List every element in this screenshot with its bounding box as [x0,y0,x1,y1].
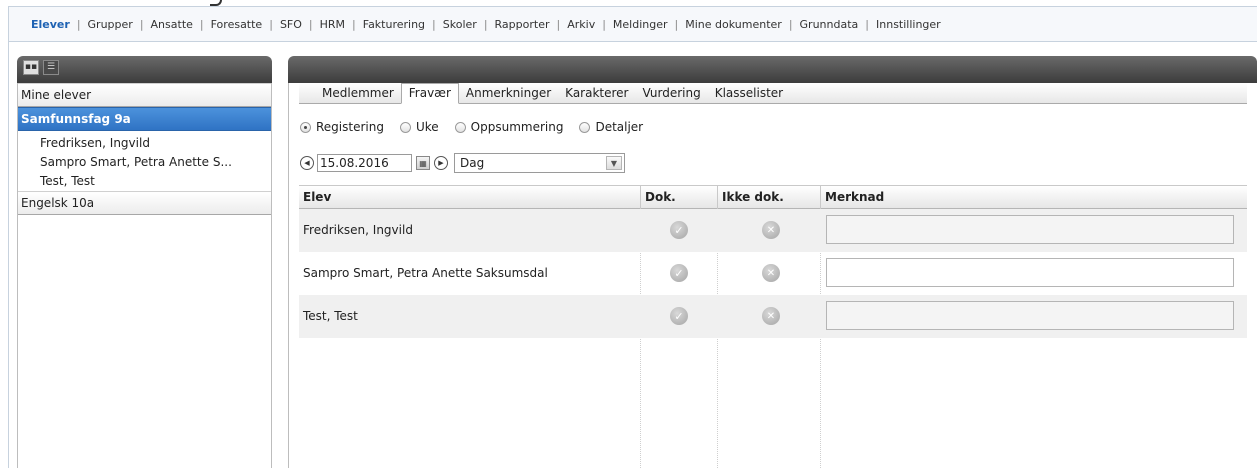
merknad-field[interactable] [826,301,1234,330]
student-item[interactable]: Sampro Smart, Petra Anette S... [18,153,271,172]
tab-bar: Medlemmer Fravær Anmerkninger Karakterer… [299,83,1247,104]
radio-dot [399,121,411,133]
tab-anmerkninger[interactable]: Anmerkninger [459,84,558,103]
radio-detaljer[interactable]: Detaljer [579,120,643,134]
period-select[interactable]: Dag ▼ [454,153,625,173]
right-panel-header [288,56,1257,83]
student-item[interactable]: Fredriksen, Ingvild [18,134,271,153]
student-name: Sampro Smart, Petra Anette Saksumsdal [303,266,548,280]
nav-item-fakturering[interactable]: Fakturering [363,18,425,31]
student-name: Test, Test [303,309,358,323]
main-nav: Elever | Grupper | Ansatte | Foresatte | SFO… [8,6,1257,42]
nav-item-mine-dokumenter[interactable]: Mine dokumenter [685,18,782,31]
group-mine-elever[interactable]: Mine elever [18,83,271,107]
tab-fravaer[interactable]: Fravær [400,83,459,104]
date-input[interactable] [317,154,412,172]
prev-date-button[interactable]: ◀ [300,156,314,170]
table-row: Fredriksen, Ingvild ✓ ✕ [299,209,1247,252]
nav-item-innstillinger[interactable]: Innstillinger [876,18,941,31]
tab-karakterer[interactable]: Karakterer [558,84,635,103]
student-item[interactable]: Test, Test [18,172,271,191]
radio-dot [454,121,466,133]
nav-item-rapporter[interactable]: Rapporter [495,18,550,31]
table-row: Sampro Smart, Petra Anette Saksumsdal ✓ … [299,252,1247,295]
tree-view-button[interactable]: ▪▪ [23,60,39,75]
tab-vurdering[interactable]: Vurdering [635,84,707,103]
group-engelsk-10a[interactable]: Engelsk 10a [18,191,271,215]
grid-header: Elev Dok. Ikke dok. Merknad [299,185,1247,209]
nav-item-elever[interactable]: Elever [31,18,70,31]
table-row: Test, Test ✓ ✕ [299,295,1247,338]
merknad-field[interactable] [826,258,1234,287]
nav-item-grupper[interactable]: Grupper [88,18,133,31]
chevron-right-icon: ▶ [438,159,444,167]
radio-dot [300,121,311,133]
nav-item-hrm[interactable]: HRM [320,18,345,31]
nav-item-meldinger[interactable]: Meldinger [613,18,668,31]
student-name: Fredriksen, Ingvild [303,223,413,237]
column-header-ikke-dok[interactable]: Ikke dok. [717,186,784,209]
radio-oppsummering[interactable]: Oppsummering [454,120,564,134]
chevron-down-icon: ▼ [606,156,622,170]
check-circle-icon[interactable]: ✓ [670,221,688,239]
next-date-button[interactable]: ▶ [434,156,448,170]
column-header-elev[interactable]: Elev [299,186,331,209]
column-header-dok[interactable]: Dok. [640,186,676,209]
radio-registering[interactable]: Registering [300,120,384,134]
radio-uke[interactable]: Uke [399,120,439,134]
absence-grid: Elev Dok. Ikke dok. Merknad Fredriksen, … [299,185,1247,468]
chevron-left-icon: ◀ [304,159,310,167]
tab-klasselister[interactable]: Klasselister [708,84,790,103]
nav-item-sfo[interactable]: SFO [280,18,302,31]
nav-item-foresatte[interactable]: Foresatte [211,18,263,31]
left-panel-header: ▪▪ ☰ [17,56,272,83]
list-view-icon: ☰ [46,62,56,72]
nav-item-skoler[interactable]: Skoler [443,18,477,31]
radio-label: Uke [415,120,439,134]
frame-border [8,42,9,468]
tab-medlemmer[interactable]: Medlemmer [315,84,401,103]
x-circle-icon[interactable]: ✕ [762,221,780,239]
group-student-list: Fredriksen, Ingvild Sampro Smart, Petra … [18,131,271,191]
date-selector: ◀ ▦ ▶ Dag ▼ [300,153,625,173]
radio-label: Detaljer [595,120,644,134]
radio-dot [579,121,591,133]
list-view-button[interactable]: ☰ [43,60,59,75]
radio-label: Oppsummering [470,120,564,134]
left-panel-body: Mine elever Samfunnsfag 9a Fredriksen, I… [17,83,272,468]
check-circle-icon[interactable]: ✓ [670,264,688,282]
nav-item-ansatte[interactable]: Ansatte [151,18,193,31]
x-circle-icon[interactable]: ✕ [762,264,780,282]
nav-item-arkiv[interactable]: Arkiv [567,18,595,31]
group-samfunnsfag-9a[interactable]: Samfunnsfag 9a [18,107,271,131]
nav-item-grunndata[interactable]: Grunndata [800,18,859,31]
column-header-merknad[interactable]: Merknad [820,186,884,209]
merknad-field[interactable] [826,215,1234,244]
tree-view-icon: ▪▪ [24,62,38,72]
calendar-button[interactable]: ▦ [416,156,430,170]
x-circle-icon[interactable]: ✕ [762,307,780,325]
view-mode-radios: Registering Uke Oppsummering Detaljer [300,120,659,134]
absence-panel: Medlemmer Fravær Anmerkninger Karakterer… [288,56,1257,468]
right-panel-body: Medlemmer Fravær Anmerkninger Karakterer… [288,83,1257,468]
check-circle-icon[interactable]: ✓ [670,307,688,325]
period-select-value: Dag [460,156,485,170]
calendar-icon: ▦ [419,158,427,168]
radio-label: Registering [316,120,384,134]
student-tree-panel: ▪▪ ☰ Mine elever Samfunnsfag 9a Fredriks… [17,56,272,468]
